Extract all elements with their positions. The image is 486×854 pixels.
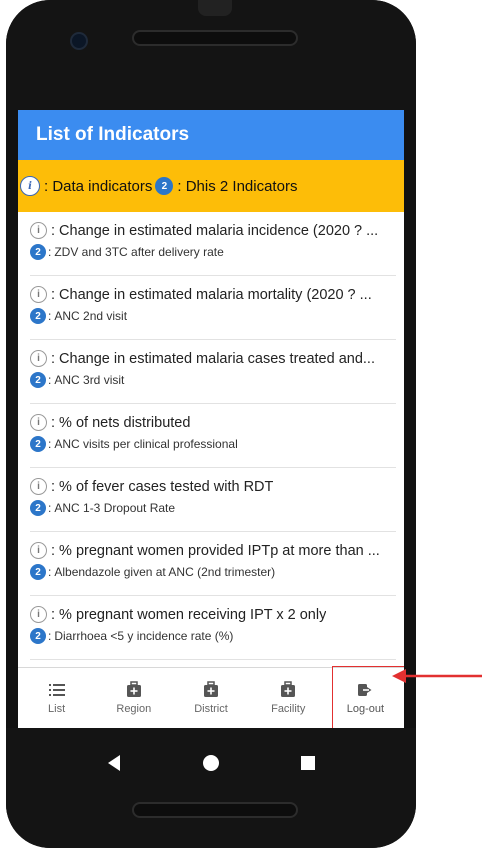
indicator-list[interactable]: i: Change in estimated malaria incidence … — [18, 212, 404, 668]
separator: : — [48, 437, 52, 451]
info-icon: i — [30, 286, 47, 303]
medical-kit-icon — [126, 681, 141, 697]
dhis2-indicator-name: ANC 3rd visit — [54, 373, 125, 387]
recents-icon[interactable] — [300, 755, 316, 771]
dhis2-icon: 2 — [30, 308, 46, 324]
data-indicators-label: : Data indicators — [44, 177, 153, 195]
separator: : — [51, 222, 56, 239]
camera-icon — [72, 34, 86, 48]
nav-list[interactable]: List — [18, 668, 95, 728]
nav-region-label: Region — [116, 703, 152, 715]
phone-frame: List of Indicators i : Data indicators 2… — [6, 0, 416, 848]
separator: : — [51, 542, 56, 559]
separator: : — [51, 350, 56, 367]
indicator-name: % pregnant women receiving IPT x 2 only — [59, 606, 327, 623]
separator: : — [48, 373, 52, 387]
app-screen: List of Indicators i : Data indicators 2… — [18, 110, 404, 728]
data-indicator-icon: i — [20, 176, 40, 196]
separator: : — [51, 414, 56, 431]
separator: : — [48, 501, 52, 515]
dhis2-icon: 2 — [30, 564, 46, 580]
separator: : — [51, 478, 56, 495]
info-icon: i — [30, 542, 47, 559]
bottom-navigation: List Region District Facility Log-out — [18, 666, 404, 728]
speaker-grille — [132, 802, 298, 818]
indicator-name: Change in estimated malaria incidence (2… — [59, 222, 379, 239]
indicator-name: Change in estimated malaria mortality (2… — [59, 286, 372, 303]
dhis2-indicator-name: ANC 2nd visit — [54, 309, 128, 323]
dhis2-icon: 2 — [30, 372, 46, 388]
dhis2-indicator-name: ANC 1-3 Dropout Rate — [54, 501, 176, 515]
info-icon: i — [30, 478, 47, 495]
list-icon — [48, 684, 65, 696]
speaker-grille — [132, 30, 298, 46]
indicator-name: % pregnant women provided IPTp at more t… — [59, 542, 380, 559]
dhis2-indicator-name: Albendazole given at ANC (2nd trimester) — [54, 565, 276, 579]
nav-region[interactable]: Region — [95, 668, 172, 728]
nav-district[interactable]: District — [172, 668, 249, 728]
back-icon[interactable] — [106, 754, 122, 772]
list-item[interactable]: i:% of fever cases tested with RDT 2: ANC… — [30, 468, 396, 532]
list-item[interactable]: i: Change in estimated malaria cases trea… — [30, 340, 396, 404]
separator: : — [48, 565, 52, 579]
indicator-name: % of nets distributed — [59, 414, 191, 431]
dhis2-icon: 2 — [30, 500, 46, 516]
separator: : — [48, 309, 52, 323]
nav-district-label: District — [194, 703, 228, 715]
list-item[interactable]: i:% pregnant women receiving IPT x 2 onl… — [30, 596, 396, 660]
nav-list-label: List — [48, 703, 66, 715]
separator: : — [51, 286, 56, 303]
list-item[interactable]: i:% of nets distributed 2: ANC visits per… — [30, 404, 396, 468]
home-icon[interactable] — [202, 754, 220, 772]
top-bezel — [6, 0, 416, 110]
dhis2-icon: 2 — [30, 436, 46, 452]
bottom-bezel — [6, 788, 416, 848]
separator: : — [48, 629, 52, 643]
list-item[interactable]: i: Change in estimated malaria incidence … — [30, 212, 396, 276]
page-title: List of Indicators — [36, 124, 190, 145]
list-item[interactable]: i:% pregnant women provided IPTp at more… — [30, 532, 396, 596]
info-icon: i — [30, 414, 47, 431]
indicator-name: % of fever cases tested with RDT — [59, 478, 274, 495]
indicator-name: Change in estimated malaria cases treate… — [59, 350, 375, 367]
dhis2-indicator-name: ZDV and 3TC after delivery rate — [54, 245, 224, 259]
arrow-left-icon — [392, 669, 482, 683]
medical-kit-icon — [204, 681, 218, 697]
dhis2-icon: 2 — [30, 628, 46, 644]
medical-kit-icon — [281, 681, 296, 697]
separator: : — [48, 245, 52, 259]
dhis2-icon: 2 — [30, 244, 46, 260]
dhis2-indicators-label: : Dhis 2 Indicators — [177, 177, 298, 195]
dhis2-indicator-name: Diarrhoea <5 y incidence rate (%) — [54, 629, 234, 643]
info-icon: i — [30, 606, 47, 623]
nav-facility[interactable]: Facility — [250, 668, 327, 728]
info-icon: i — [30, 350, 47, 367]
notch — [198, 0, 232, 16]
info-icon: i — [30, 222, 47, 239]
separator: : — [51, 606, 56, 623]
indicator-legend: i : Data indicators 2 : Dhis 2 Indicator… — [18, 160, 404, 212]
app-bar: List of Indicators — [18, 110, 404, 160]
dhis2-indicator-icon: 2 — [155, 177, 174, 195]
dhis2-indicator-name: ANC visits per clinical professional — [54, 437, 238, 451]
nav-facility-label: Facility — [271, 703, 306, 715]
list-item[interactable]: i: Change in estimated malaria mortality … — [30, 276, 396, 340]
